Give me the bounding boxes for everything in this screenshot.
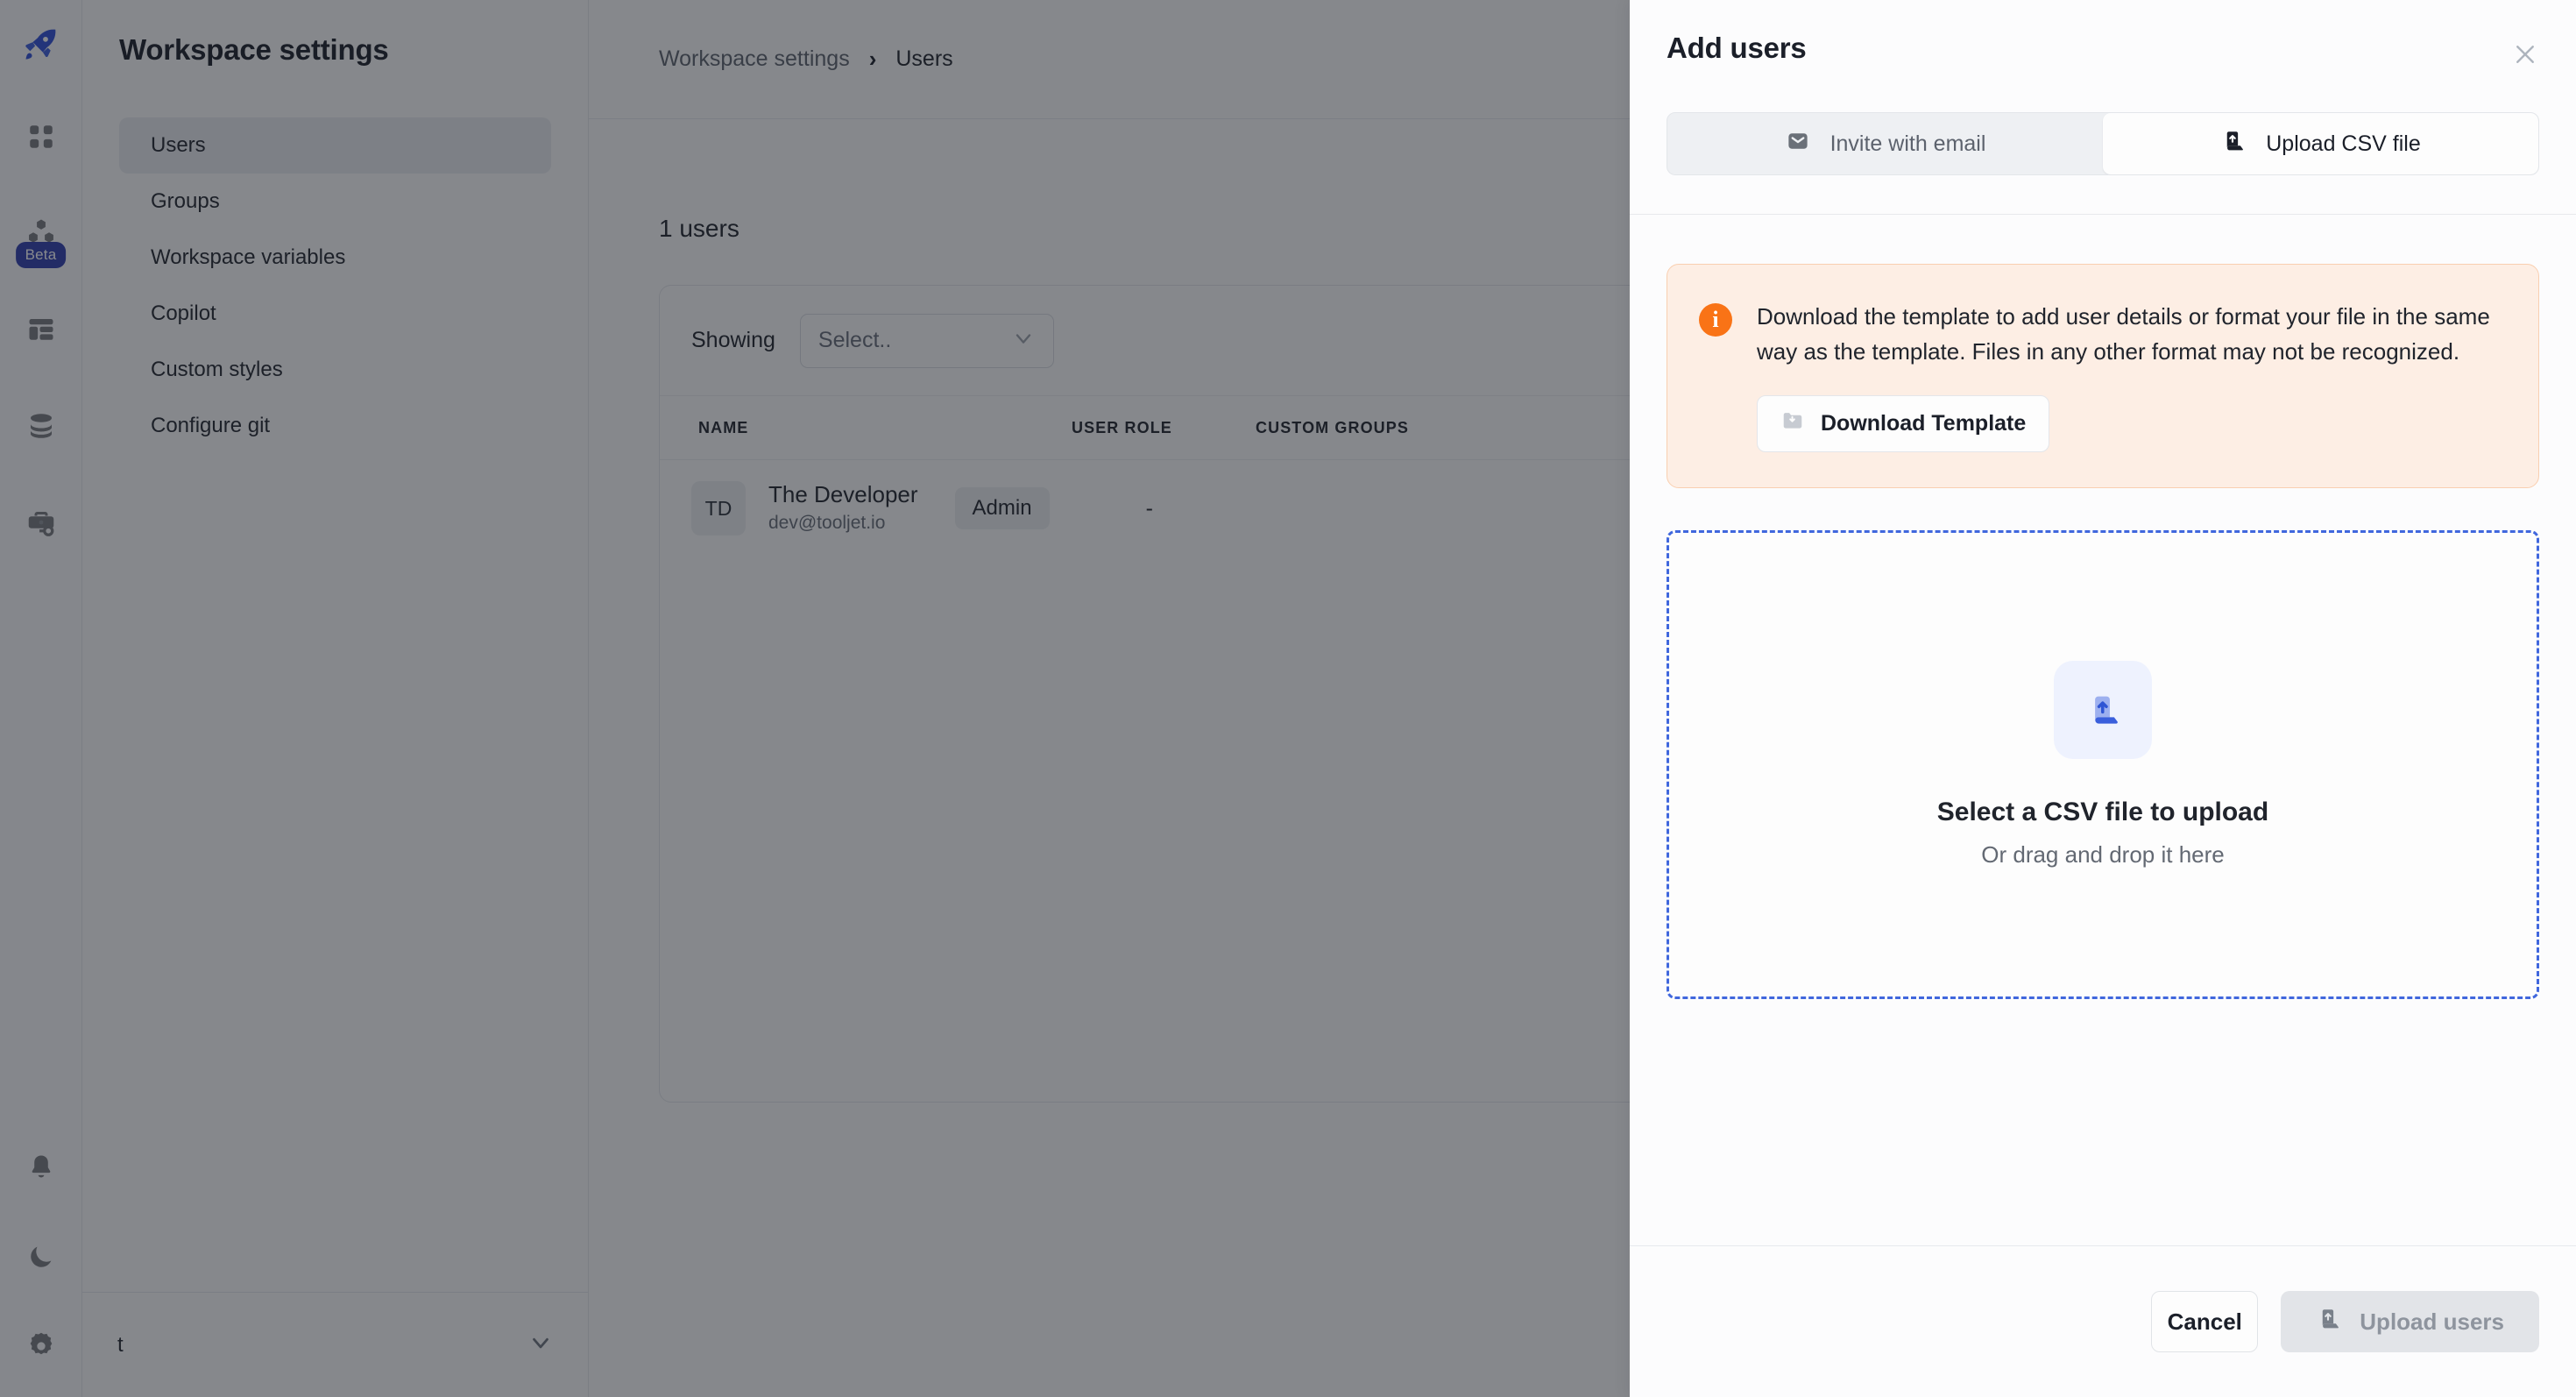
- file-upload-icon: [2316, 1306, 2342, 1338]
- file-upload-icon: [2220, 128, 2247, 160]
- csv-file-upload-icon: [2054, 661, 2152, 759]
- modal-backdrop[interactable]: [0, 0, 1630, 1397]
- upload-users-button[interactable]: Upload users: [2281, 1291, 2539, 1352]
- envelope-icon: [1785, 128, 1811, 160]
- tab-label: Invite with email: [1830, 131, 1986, 157]
- mode-tabs: Invite with email Upload CSV file: [1667, 112, 2539, 175]
- tabs-spacer: [1630, 175, 2576, 214]
- dropzone-title: Select a CSV file to upload: [1937, 798, 2268, 827]
- download-template-label: Download Template: [1821, 411, 2026, 436]
- modal-body: i Download the template to add user deta…: [1630, 215, 2576, 1245]
- close-icon[interactable]: [2506, 35, 2544, 74]
- notice-content: Download the template to add user detail…: [1757, 300, 2500, 452]
- modal-header: Add users: [1630, 0, 2576, 112]
- upload-users-label: Upload users: [2360, 1308, 2504, 1336]
- csv-dropzone[interactable]: Select a CSV file to upload Or drag and …: [1667, 530, 2539, 999]
- modal-title: Add users: [1667, 32, 1807, 65]
- add-users-modal: Add users Invite with email: [1630, 0, 2576, 1397]
- tab-label: Upload CSV file: [2266, 131, 2420, 157]
- tab-invite-with-email[interactable]: Invite with email: [1667, 113, 2103, 174]
- modal-footer: Cancel Upload users: [1630, 1245, 2576, 1397]
- template-notice: i Download the template to add user deta…: [1667, 264, 2539, 488]
- tab-upload-csv-file[interactable]: Upload CSV file: [2103, 113, 2538, 174]
- cancel-button[interactable]: Cancel: [2151, 1291, 2258, 1352]
- download-template-button[interactable]: Download Template: [1757, 395, 2049, 452]
- app-root: Beta: [0, 0, 2576, 1397]
- notice-text: Download the template to add user detail…: [1757, 300, 2500, 369]
- dropzone-subtitle: Or drag and drop it here: [1981, 841, 2225, 869]
- info-circle-icon: i: [1699, 303, 1732, 337]
- folder-download-icon: [1780, 408, 1805, 439]
